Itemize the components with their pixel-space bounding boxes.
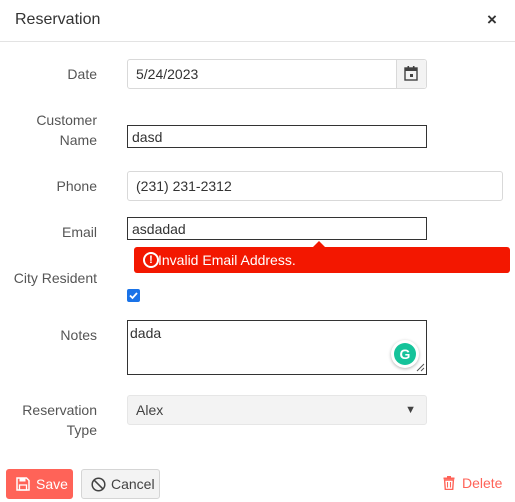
save-label: Save bbox=[36, 476, 68, 492]
resize-handle-icon[interactable] bbox=[415, 362, 425, 372]
calendar-button[interactable] bbox=[396, 60, 426, 88]
notes-label: Notes bbox=[60, 327, 97, 343]
city-resident-label: City Resident bbox=[13, 270, 97, 286]
trash-icon bbox=[443, 476, 455, 490]
delete-label: Delete bbox=[462, 475, 503, 491]
save-button[interactable]: Save bbox=[6, 469, 73, 499]
delete-button[interactable]: Delete bbox=[440, 469, 506, 499]
exclamation-circle-icon: ! bbox=[143, 252, 159, 268]
reservation-type-label-line1: Reservation bbox=[22, 402, 97, 418]
caret-down-icon: ▼ bbox=[405, 404, 416, 416]
calendar-icon bbox=[404, 66, 418, 81]
cancel-circle-icon bbox=[91, 477, 106, 492]
cancel-button[interactable]: Cancel bbox=[81, 469, 160, 499]
dialog-title: Reservation bbox=[15, 11, 101, 28]
customer-name-value: dasd bbox=[132, 129, 163, 145]
email-field[interactable]: asdadad bbox=[127, 217, 427, 240]
city-resident-checkbox[interactable] bbox=[127, 289, 140, 302]
close-icon[interactable]: × bbox=[484, 10, 500, 30]
customer-name-label-line1: Customer bbox=[36, 112, 97, 128]
date-label: Date bbox=[67, 66, 97, 82]
date-picker[interactable]: 5/24/2023 bbox=[127, 59, 427, 89]
reservation-type-value: Alex bbox=[136, 402, 164, 418]
phone-label: Phone bbox=[56, 178, 97, 194]
dialog-header: Reservation × bbox=[0, 0, 515, 42]
cancel-label: Cancel bbox=[111, 476, 155, 492]
floppy-disk-icon bbox=[16, 477, 30, 491]
notes-value: dada bbox=[130, 325, 162, 341]
checkmark-icon bbox=[129, 292, 138, 300]
grammarly-logo: G bbox=[394, 343, 416, 365]
email-error-message: Invalid Email Address. bbox=[158, 252, 296, 268]
customer-name-label-line2: Name bbox=[59, 132, 97, 148]
email-value: asdadad bbox=[132, 221, 186, 237]
date-input[interactable]: 5/24/2023 bbox=[136, 66, 198, 82]
email-error-tooltip: ! Invalid Email Address. bbox=[134, 247, 510, 273]
reservation-type-select[interactable]: Alex ▼ bbox=[127, 395, 427, 425]
notes-textarea[interactable]: dada bbox=[127, 320, 427, 375]
phone-field[interactable]: (231) 231-2312 bbox=[127, 171, 503, 201]
reservation-type-label-line2: Type bbox=[66, 422, 97, 438]
email-label: Email bbox=[61, 224, 97, 240]
customer-name-field[interactable]: dasd bbox=[127, 125, 427, 148]
phone-value: (231) 231-2312 bbox=[136, 178, 232, 194]
